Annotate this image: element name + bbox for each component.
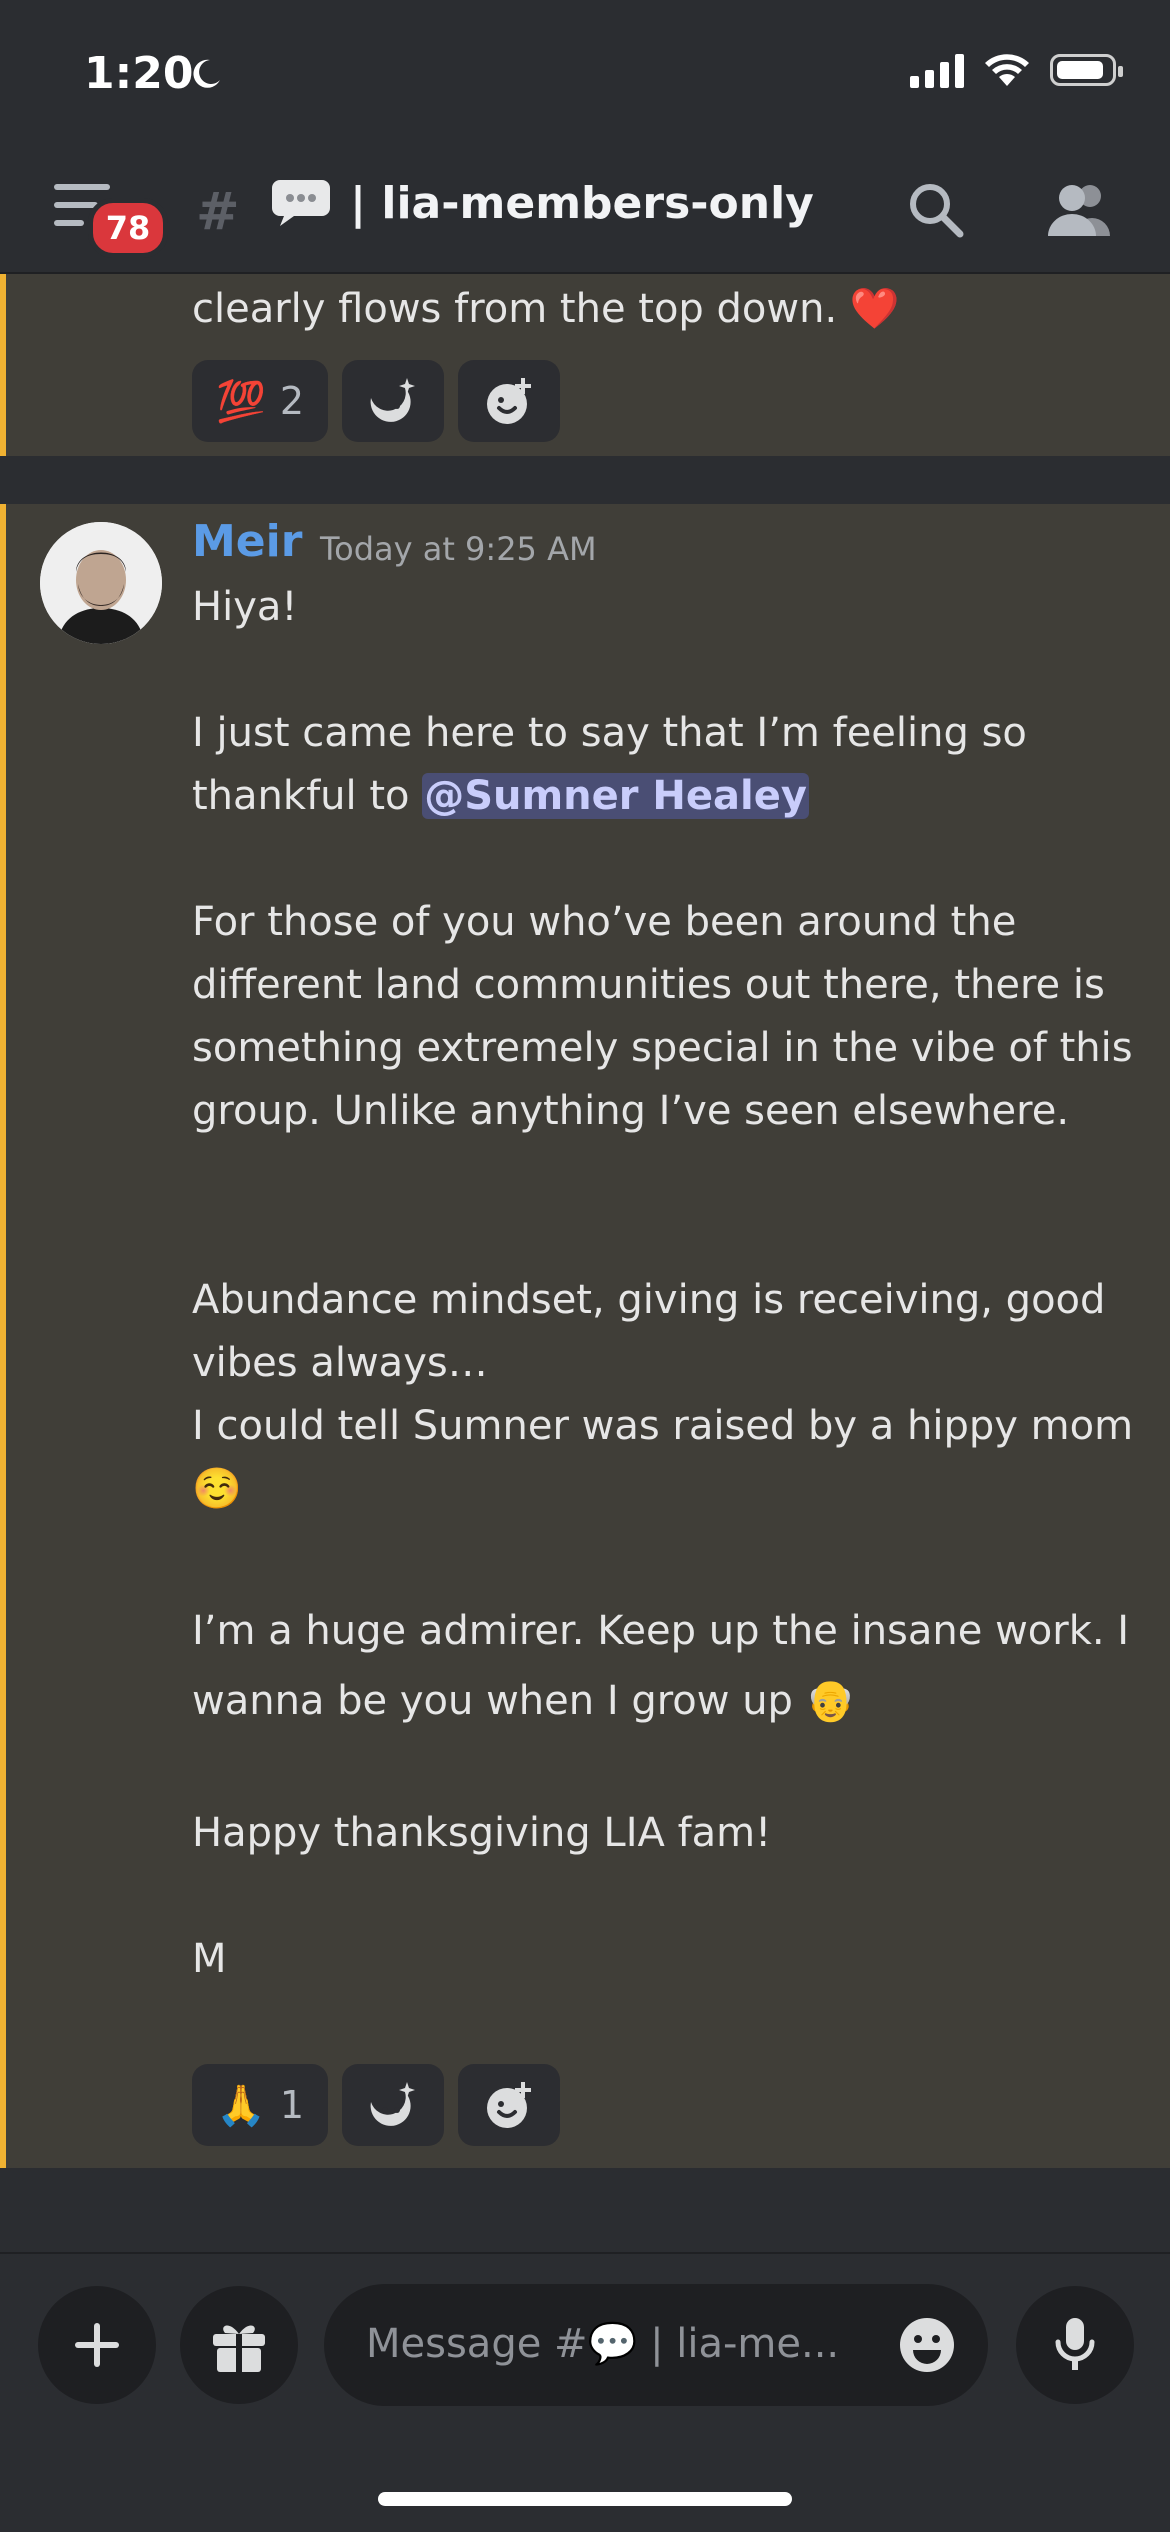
- message-input[interactable]: Message #💬 | lia-me...: [324, 2284, 988, 2406]
- message-line: Hiya!: [192, 584, 298, 630]
- message-paragraph: I could tell Sumner was raised by a hipp…: [192, 1403, 1146, 1512]
- user-mention[interactable]: @Sumner Healey: [422, 773, 809, 819]
- author-name[interactable]: Meir: [192, 516, 302, 567]
- add-reaction-icon: [487, 378, 531, 424]
- message-signoff: M: [192, 1936, 227, 1982]
- battery-icon: [1050, 54, 1123, 86]
- message-main[interactable]: Meir Today at 9:25 AM Hiya! I just came …: [0, 504, 1170, 2168]
- emoji-icon[interactable]: [898, 2316, 956, 2374]
- notification-badge: 78: [88, 198, 168, 258]
- signal-icon: [910, 52, 964, 88]
- message-paragraph: For those of you who’ve been around the …: [192, 899, 1146, 1134]
- members-icon[interactable]: [1046, 180, 1112, 238]
- moon-icon: [193, 59, 220, 88]
- home-indicator[interactable]: [378, 2492, 792, 2506]
- message-paragraph: Abundance mindset, giving is receiving, …: [192, 1277, 1119, 1386]
- add-reaction-button[interactable]: [458, 360, 560, 442]
- message-paragraph: I just came here to say that I’m feeling…: [192, 702, 1152, 828]
- message-text: clearly flows from the top down. ❤️: [192, 286, 900, 332]
- super-reaction-button[interactable]: [342, 360, 444, 442]
- wifi-icon: [985, 54, 1029, 86]
- timestamp: Today at 9:25 AM: [320, 530, 597, 568]
- super-reaction-icon: [370, 2082, 415, 2126]
- status-icons: [910, 52, 1123, 88]
- message-previous[interactable]: clearly flows from the top down. ❤️ 💯 2: [0, 274, 1170, 456]
- add-reaction-icon: [487, 2082, 531, 2128]
- reaction-bar: 🙏 1: [192, 2064, 560, 2146]
- reaction-count: 1: [279, 2083, 304, 2127]
- thread-icon: #: [196, 182, 240, 242]
- message-list[interactable]: clearly flows from the top down. ❤️ 💯 2: [0, 274, 1170, 2254]
- speech-bubble-icon: [272, 180, 330, 226]
- reaction-emoji: 💯: [216, 378, 266, 425]
- status-bar: 1:20: [0, 0, 1170, 150]
- message-input-placeholder: Message #💬 | lia-me...: [366, 2321, 840, 2367]
- channel-header: 78 # | lia-members-only: [0, 150, 1170, 274]
- attach-button[interactable]: [38, 2286, 156, 2404]
- super-reaction-button[interactable]: [342, 2064, 444, 2146]
- status-time: 1:20: [84, 48, 194, 99]
- reaction-count: 2: [279, 379, 304, 423]
- reaction-100[interactable]: 💯 2: [192, 360, 328, 442]
- avatar[interactable]: [40, 522, 162, 644]
- reaction-bar: 💯 2: [192, 360, 560, 442]
- message-paragraph: I’m a huge admirer. Keep up the insane w…: [192, 1608, 1142, 1724]
- gift-button[interactable]: [180, 2286, 298, 2404]
- message-composer: Message #💬 | lia-me...: [0, 2252, 1170, 2532]
- search-icon[interactable]: [906, 180, 964, 238]
- super-reaction-icon: [370, 378, 415, 422]
- add-reaction-button[interactable]: [458, 2064, 560, 2146]
- reaction-pray[interactable]: 🙏 1: [192, 2064, 328, 2146]
- gift-icon: [213, 2325, 265, 2372]
- reaction-emoji: 🙏: [216, 2082, 266, 2129]
- channel-name[interactable]: | lia-members-only: [350, 178, 814, 229]
- voice-button[interactable]: [1016, 2286, 1134, 2404]
- plus-icon: [75, 2323, 119, 2367]
- avatar-image: [40, 522, 162, 644]
- message-paragraph: Happy thanksgiving LIA fam!: [192, 1810, 772, 1856]
- mic-icon: [1055, 2318, 1095, 2370]
